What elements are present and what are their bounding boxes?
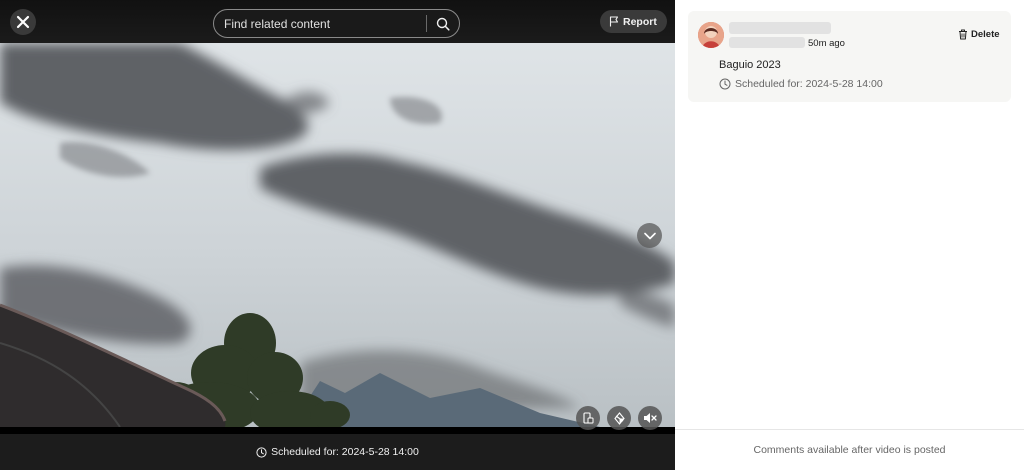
clock-icon: [719, 78, 731, 90]
chevron-down-icon: [643, 232, 656, 239]
filter-icon: [613, 411, 625, 425]
post-scheduled-row: Scheduled for: 2024-5-28 14:00: [719, 78, 883, 90]
next-video-button[interactable]: [637, 223, 662, 248]
search-button[interactable]: [427, 10, 459, 37]
mute-button[interactable]: [638, 406, 662, 430]
screen-rotate-button[interactable]: [576, 406, 600, 430]
search-input[interactable]: [214, 10, 426, 37]
filter-button[interactable]: [607, 406, 631, 430]
mute-icon: [644, 413, 657, 423]
comments-notice: Comments available after video is posted: [753, 444, 946, 456]
handle-redacted: [729, 37, 805, 48]
report-label: Report: [623, 15, 657, 28]
delete-label: Delete: [971, 29, 1000, 40]
video-pane: Report: [0, 0, 675, 470]
delete-button[interactable]: Delete: [958, 29, 1000, 40]
search-icon: [436, 17, 450, 31]
clock-icon: [256, 446, 267, 458]
video-scheduled-text: Scheduled for: 2024-5-28 14:00: [271, 446, 419, 458]
video-schedule-bar: Scheduled for: 2024-5-28 14:00: [0, 434, 675, 470]
app-root: Report: [0, 0, 1024, 470]
details-panel: 50m ago Delete Baguio 2023 Scheduled for…: [675, 0, 1024, 470]
post-title: Baguio 2023: [719, 59, 781, 71]
post-card: 50m ago Delete Baguio 2023 Scheduled for…: [688, 11, 1011, 102]
video-frame-image: [0, 43, 675, 427]
flag-icon: [609, 16, 619, 27]
top-bar: Report: [0, 0, 675, 43]
report-button[interactable]: Report: [600, 10, 667, 33]
avatar[interactable]: [698, 22, 724, 48]
close-button[interactable]: [10, 9, 36, 35]
screen-rotate-icon: [583, 412, 594, 424]
post-time-ago: 50m ago: [808, 38, 845, 49]
close-icon: [16, 15, 30, 29]
trash-icon: [959, 29, 967, 40]
comments-footer: Comments available after video is posted: [675, 429, 1024, 470]
search-box: [213, 9, 460, 38]
video-player[interactable]: [0, 43, 675, 427]
avatar-image: [698, 22, 724, 48]
post-scheduled-text: Scheduled for: 2024-5-28 14:00: [735, 78, 883, 90]
username-redacted: [729, 22, 831, 34]
